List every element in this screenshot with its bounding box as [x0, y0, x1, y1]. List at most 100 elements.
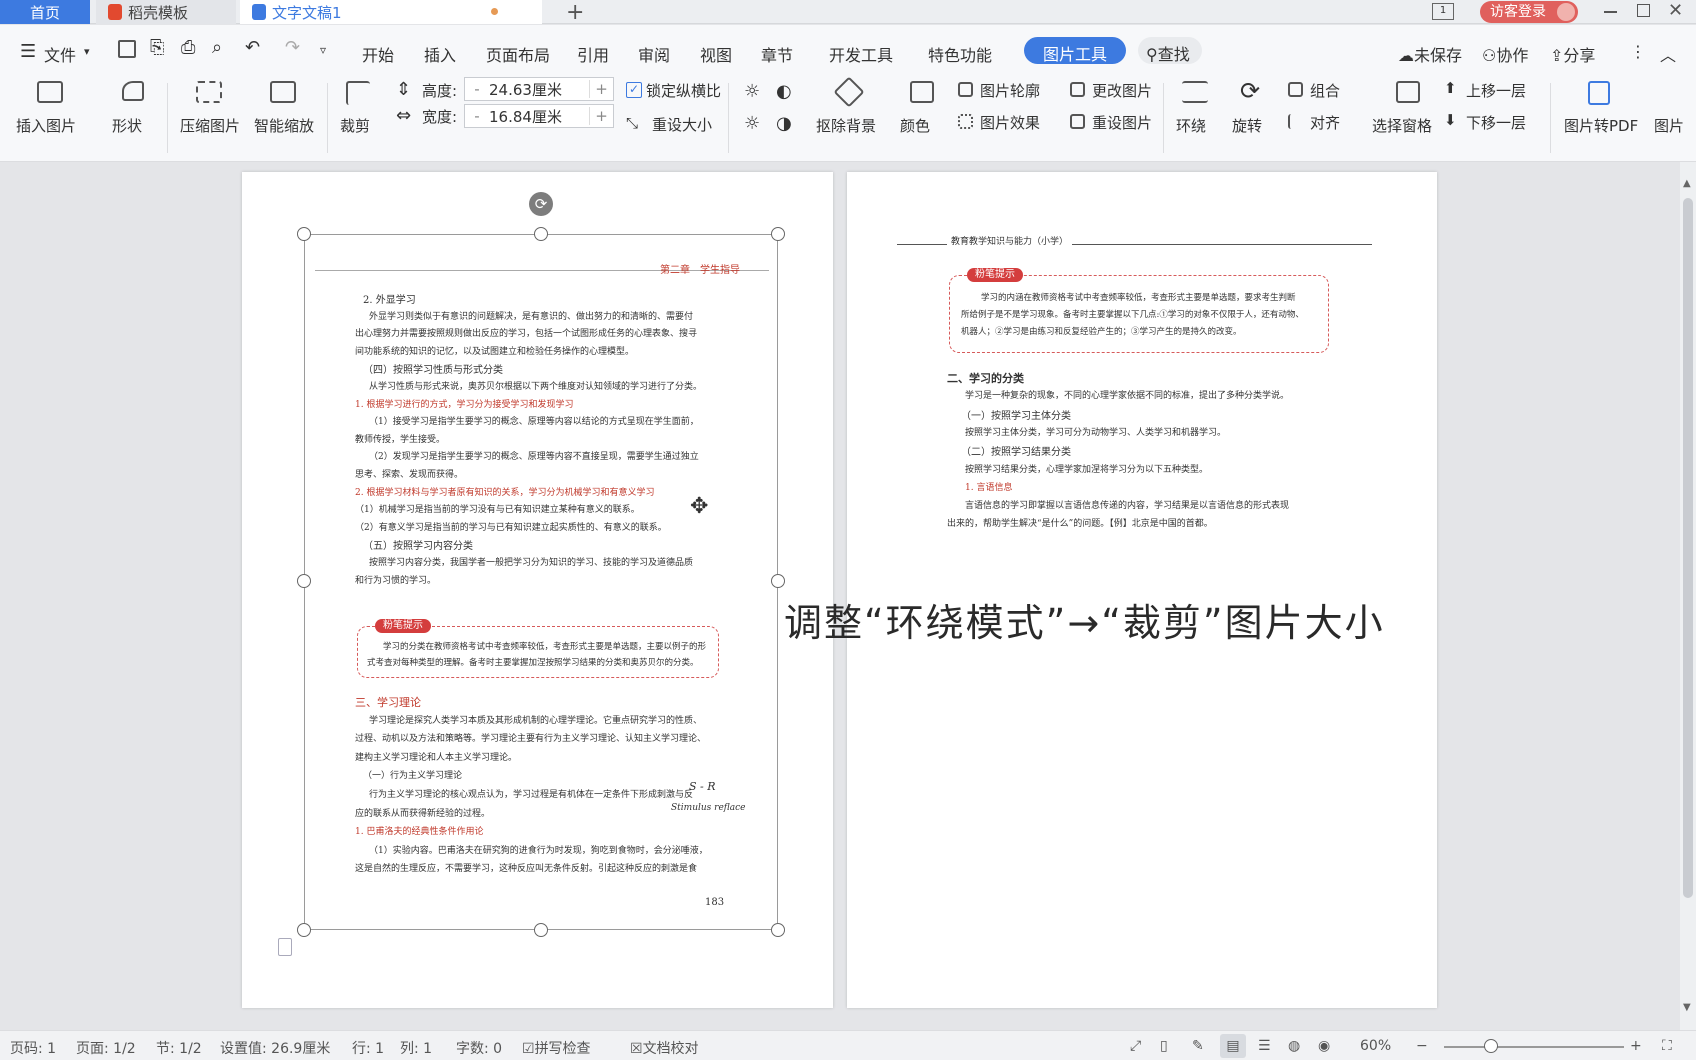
menu-reference[interactable]: 引用 — [577, 42, 609, 66]
minimize-icon[interactable] — [1604, 11, 1617, 13]
effect-button[interactable]: 图片效果 — [956, 109, 1056, 135]
resize-handle-tr[interactable] — [771, 227, 785, 241]
layout-option-icon[interactable] — [278, 938, 292, 956]
tab-template[interactable]: 稻壳模板 — [96, 0, 236, 24]
resize-handle-t[interactable] — [534, 227, 548, 241]
document-canvas[interactable]: 第二章 学生指导 2. 外显学习 外显学习则类似于有意识的问题解决，是有意识的、做… — [0, 162, 1680, 1030]
menu-start[interactable]: 开始 — [362, 42, 394, 66]
fit-page-icon[interactable]: ⛶ — [1662, 1038, 1672, 1054]
hamburger-icon[interactable]: ☰ — [20, 41, 36, 62]
color-button[interactable]: 颜色 — [896, 77, 948, 157]
resize-handle-bl[interactable] — [297, 923, 311, 937]
rotate-button[interactable]: ⟳ 旋转 — [1228, 77, 1276, 157]
login-button[interactable]: 访客登录 — [1480, 1, 1578, 23]
change-image-button[interactable]: 更改图片 — [1068, 77, 1168, 103]
save-icon[interactable] — [118, 40, 136, 58]
scroll-thumb[interactable] — [1683, 198, 1693, 898]
insert-image-button[interactable]: 插入图片 — [10, 77, 90, 157]
outline-button[interactable]: 图片轮廓 — [956, 77, 1056, 103]
resize-handle-l[interactable] — [297, 574, 311, 588]
brightness-down-icon[interactable]: ☼ — [744, 113, 760, 134]
smart-zoom-button[interactable]: 智能缩放 — [254, 77, 320, 157]
zoom-in-icon[interactable]: + — [1630, 1038, 1642, 1054]
selection-pane-button[interactable]: 选择窗格 — [1370, 77, 1446, 157]
menu-layout[interactable]: 页面布局 — [486, 42, 550, 66]
fullscreen-icon[interactable]: ⤢ — [1130, 1038, 1141, 1054]
new-tab-button[interactable]: + — [566, 0, 584, 25]
wrap-button[interactable]: 环绕 — [1172, 77, 1220, 157]
width-value[interactable]: 16.84厘米 — [489, 106, 589, 127]
vertical-scrollbar[interactable]: ▲ ▼ — [1680, 162, 1696, 1030]
tab-home[interactable]: 首页 — [0, 0, 90, 24]
resize-handle-tl[interactable] — [297, 227, 311, 241]
send-backward-button[interactable]: ⬇ 下移一层 — [1444, 109, 1544, 135]
zoom-value[interactable]: 60% — [1360, 1038, 1391, 1054]
close-icon[interactable]: ✕ — [1668, 0, 1683, 21]
reading-mode-icon[interactable]: ▯ — [1160, 1038, 1168, 1054]
height-field[interactable]: - 24.63厘米 + — [464, 77, 614, 101]
contrast-up-icon[interactable]: ◐ — [776, 81, 792, 102]
height-increase-button[interactable]: + — [589, 80, 613, 98]
collab-button[interactable]: ⚇协作 — [1482, 42, 1528, 66]
height-decrease-button[interactable]: - — [465, 80, 489, 98]
width-field[interactable]: - 16.84厘米 + — [464, 104, 614, 128]
shape-button[interactable]: 形状 — [108, 77, 164, 157]
lock-ratio-checkbox[interactable]: ✓ — [626, 82, 642, 98]
zoom-out-icon[interactable]: − — [1416, 1038, 1428, 1054]
menu-file[interactable]: 文件 — [44, 42, 76, 66]
crop-button[interactable]: 裁剪 — [336, 77, 384, 157]
status-words[interactable]: 字数: 0 — [456, 1038, 502, 1058]
status-setting[interactable]: 设置值: 26.9厘米 — [220, 1038, 330, 1058]
print-icon[interactable]: ⎙ — [181, 37, 195, 58]
resize-handle-r[interactable] — [771, 574, 785, 588]
restore-icon[interactable] — [1637, 4, 1650, 17]
more-icon[interactable]: ⋮ — [1630, 42, 1646, 61]
redo-icon[interactable]: ↷ — [285, 37, 300, 58]
share-button[interactable]: ⇪分享 — [1550, 42, 1595, 66]
width-increase-button[interactable]: + — [589, 107, 613, 125]
to-pdf-button[interactable]: 图片转PDF — [1560, 77, 1646, 157]
embedded-image[interactable]: 第二章 学生指导 2. 外显学习 外显学习则类似于有意识的问题解决，是有意识的、做… — [304, 234, 778, 930]
status-page[interactable]: 页面: 1/2 — [76, 1038, 136, 1058]
width-decrease-button[interactable]: - — [465, 107, 489, 125]
outline-view-icon[interactable]: ☰ — [1258, 1038, 1271, 1054]
more-tools-label[interactable]: 图片 — [1654, 115, 1684, 136]
page-view-icon[interactable]: ▤ — [1220, 1034, 1246, 1058]
eye-protect-icon[interactable]: ◉ — [1318, 1038, 1330, 1054]
compress-button[interactable]: 压缩图片 — [178, 77, 244, 157]
spell-check-button[interactable]: ☑拼写检查 — [522, 1038, 591, 1058]
zoom-slider[interactable] — [1444, 1046, 1624, 1048]
collapse-ribbon-icon[interactable]: ︿ — [1660, 42, 1676, 66]
resize-handle-b[interactable] — [534, 923, 548, 937]
menu-review[interactable]: 审阅 — [638, 42, 670, 66]
align-button[interactable]: 对齐 — [1286, 109, 1362, 135]
resize-handle-br[interactable] — [771, 923, 785, 937]
edit-mode-icon[interactable]: ✎ — [1192, 1038, 1204, 1054]
unsaved-button[interactable]: ☁未保存 — [1398, 42, 1462, 66]
status-page-code[interactable]: 页码: 1 — [10, 1038, 56, 1058]
menu-view[interactable]: 视图 — [700, 42, 732, 66]
group-button[interactable]: 组合 — [1286, 77, 1362, 103]
menu-picture-tools[interactable]: 图片工具 — [1024, 37, 1127, 64]
menu-features[interactable]: 特色功能 — [928, 42, 992, 66]
proofread-button[interactable]: ☒文档校对 — [630, 1038, 699, 1058]
status-section[interactable]: 节: 1/2 — [156, 1038, 202, 1058]
zoom-slider-knob[interactable] — [1484, 1039, 1498, 1053]
height-value[interactable]: 24.63厘米 — [489, 79, 589, 100]
menu-developer[interactable]: 开发工具 — [829, 42, 893, 66]
contrast-down-icon[interactable]: ◑ — [776, 113, 792, 134]
remove-bg-button[interactable]: 抠除背景 — [812, 76, 888, 157]
tab-document[interactable]: 文字文稿1 — [240, 0, 542, 24]
brightness-up-icon[interactable]: ☼ — [744, 81, 760, 102]
bring-forward-button[interactable]: ⬆ 上移一层 — [1444, 77, 1544, 103]
window-count-icon[interactable]: 1 — [1432, 3, 1454, 20]
preview-icon[interactable]: ⌕ — [212, 37, 222, 58]
reset-image-button[interactable]: 重设图片 — [1068, 109, 1168, 135]
web-view-icon[interactable]: ◍ — [1288, 1038, 1300, 1054]
menu-chapter[interactable]: 章节 — [761, 42, 793, 66]
scroll-up-icon[interactable]: ▲ — [1683, 178, 1691, 189]
search-button[interactable]: ⚲查找 — [1138, 37, 1202, 64]
undo-icon[interactable]: ↶ — [245, 37, 260, 58]
scroll-down-icon[interactable]: ▼ — [1683, 1002, 1691, 1013]
export-icon[interactable]: ⎘ — [150, 37, 164, 58]
